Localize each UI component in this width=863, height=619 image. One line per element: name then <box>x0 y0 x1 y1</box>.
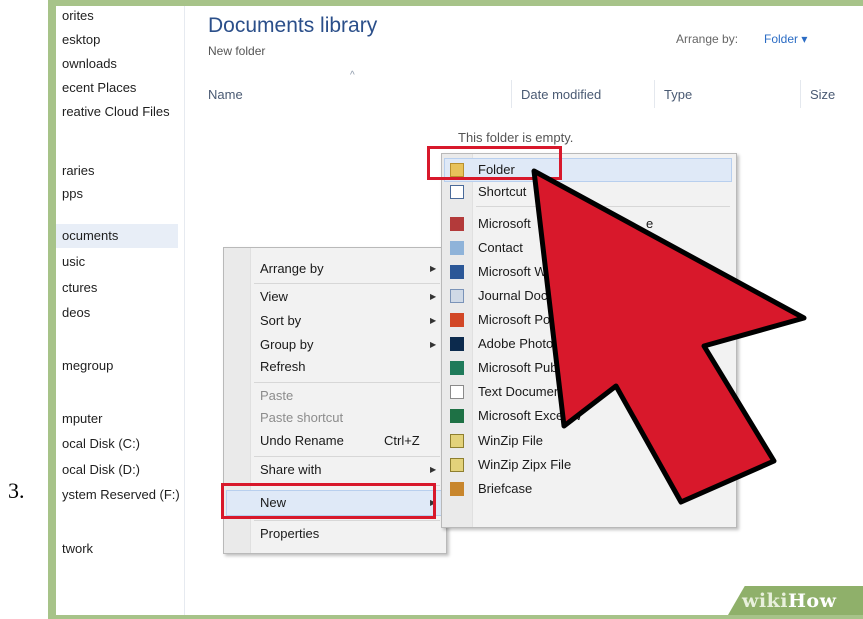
screenshot-frame: orites esktop ownloads ecent Places reat… <box>48 0 863 619</box>
watermark-part2: How <box>787 590 837 612</box>
pointer-arrow-annotation <box>531 168 807 505</box>
red-arrow-icon <box>531 168 807 505</box>
step-number: 3. <box>8 478 25 503</box>
wikihow-logo: wikiHow <box>742 590 836 612</box>
watermark-part1: wiki <box>742 590 788 612</box>
explorer-window: orites esktop ownloads ecent Places reat… <box>56 6 863 615</box>
